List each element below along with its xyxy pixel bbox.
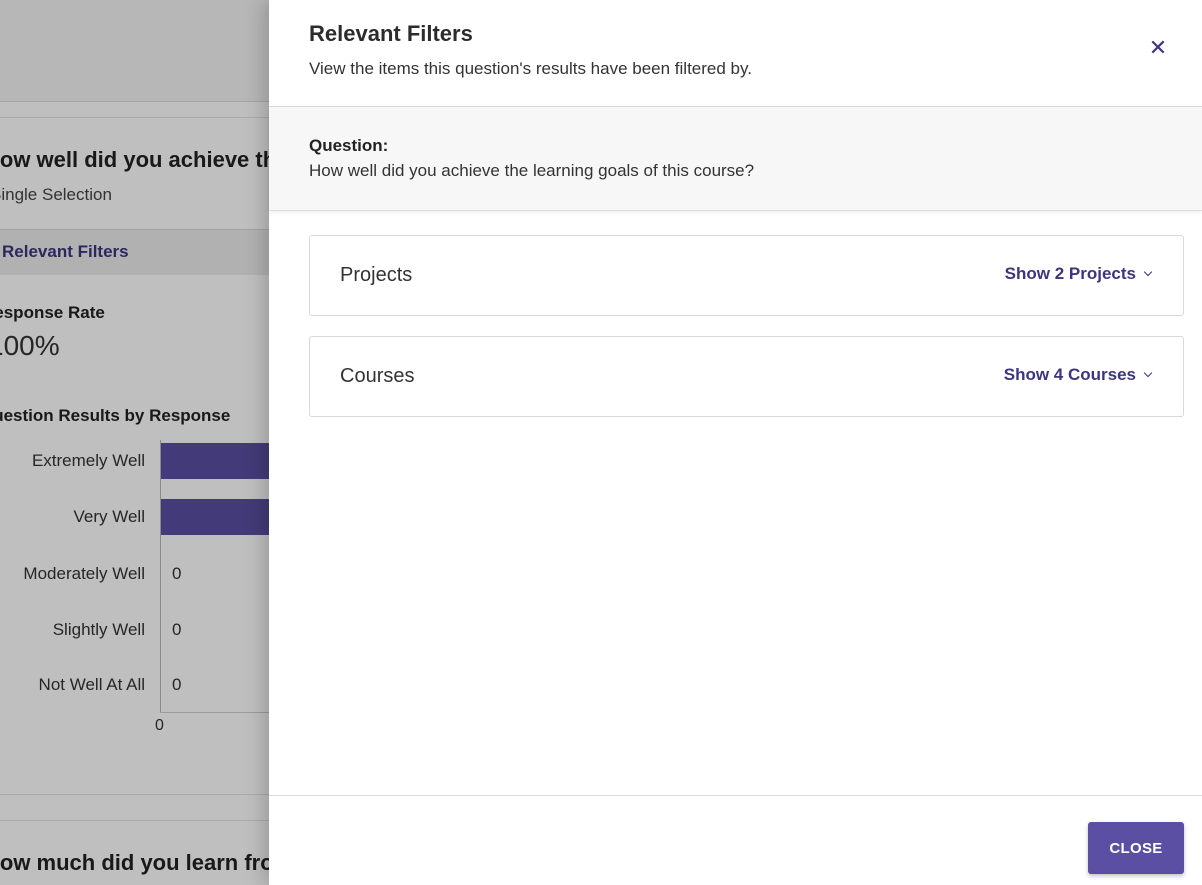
filter-name: Courses	[340, 365, 415, 387]
chevron-down-icon	[1143, 267, 1153, 277]
question-text: How well did you achieve the learning go…	[309, 161, 755, 180]
chevron-down-icon	[1143, 368, 1153, 378]
toggle-label: Show 2 Projects	[1004, 264, 1136, 283]
drawer-subtitle: View the items this question's results h…	[309, 59, 752, 78]
relevant-filters-drawer: Relevant Filters View the items this que…	[269, 0, 1202, 885]
filter-card-projects: Projects Show 2 Projects	[309, 235, 1184, 316]
drawer-title: Relevant Filters	[309, 21, 473, 46]
show-courses-toggle[interactable]: Show 4 Courses	[1003, 365, 1153, 385]
filter-name: Projects	[340, 264, 413, 286]
filter-card-courses: Courses Show 4 Courses	[309, 336, 1184, 417]
close-icon[interactable]: ✕	[1144, 34, 1172, 62]
drawer-header: Relevant Filters View the items this que…	[269, 0, 1202, 107]
show-projects-toggle[interactable]: Show 2 Projects	[1004, 264, 1153, 284]
drawer-footer: CLOSE	[269, 795, 1202, 885]
toggle-label: Show 4 Courses	[1003, 365, 1136, 384]
question-label: Question:	[309, 136, 389, 155]
close-button[interactable]: CLOSE	[1088, 822, 1184, 874]
question-box: Question: How well did you achieve the l…	[269, 107, 1202, 211]
